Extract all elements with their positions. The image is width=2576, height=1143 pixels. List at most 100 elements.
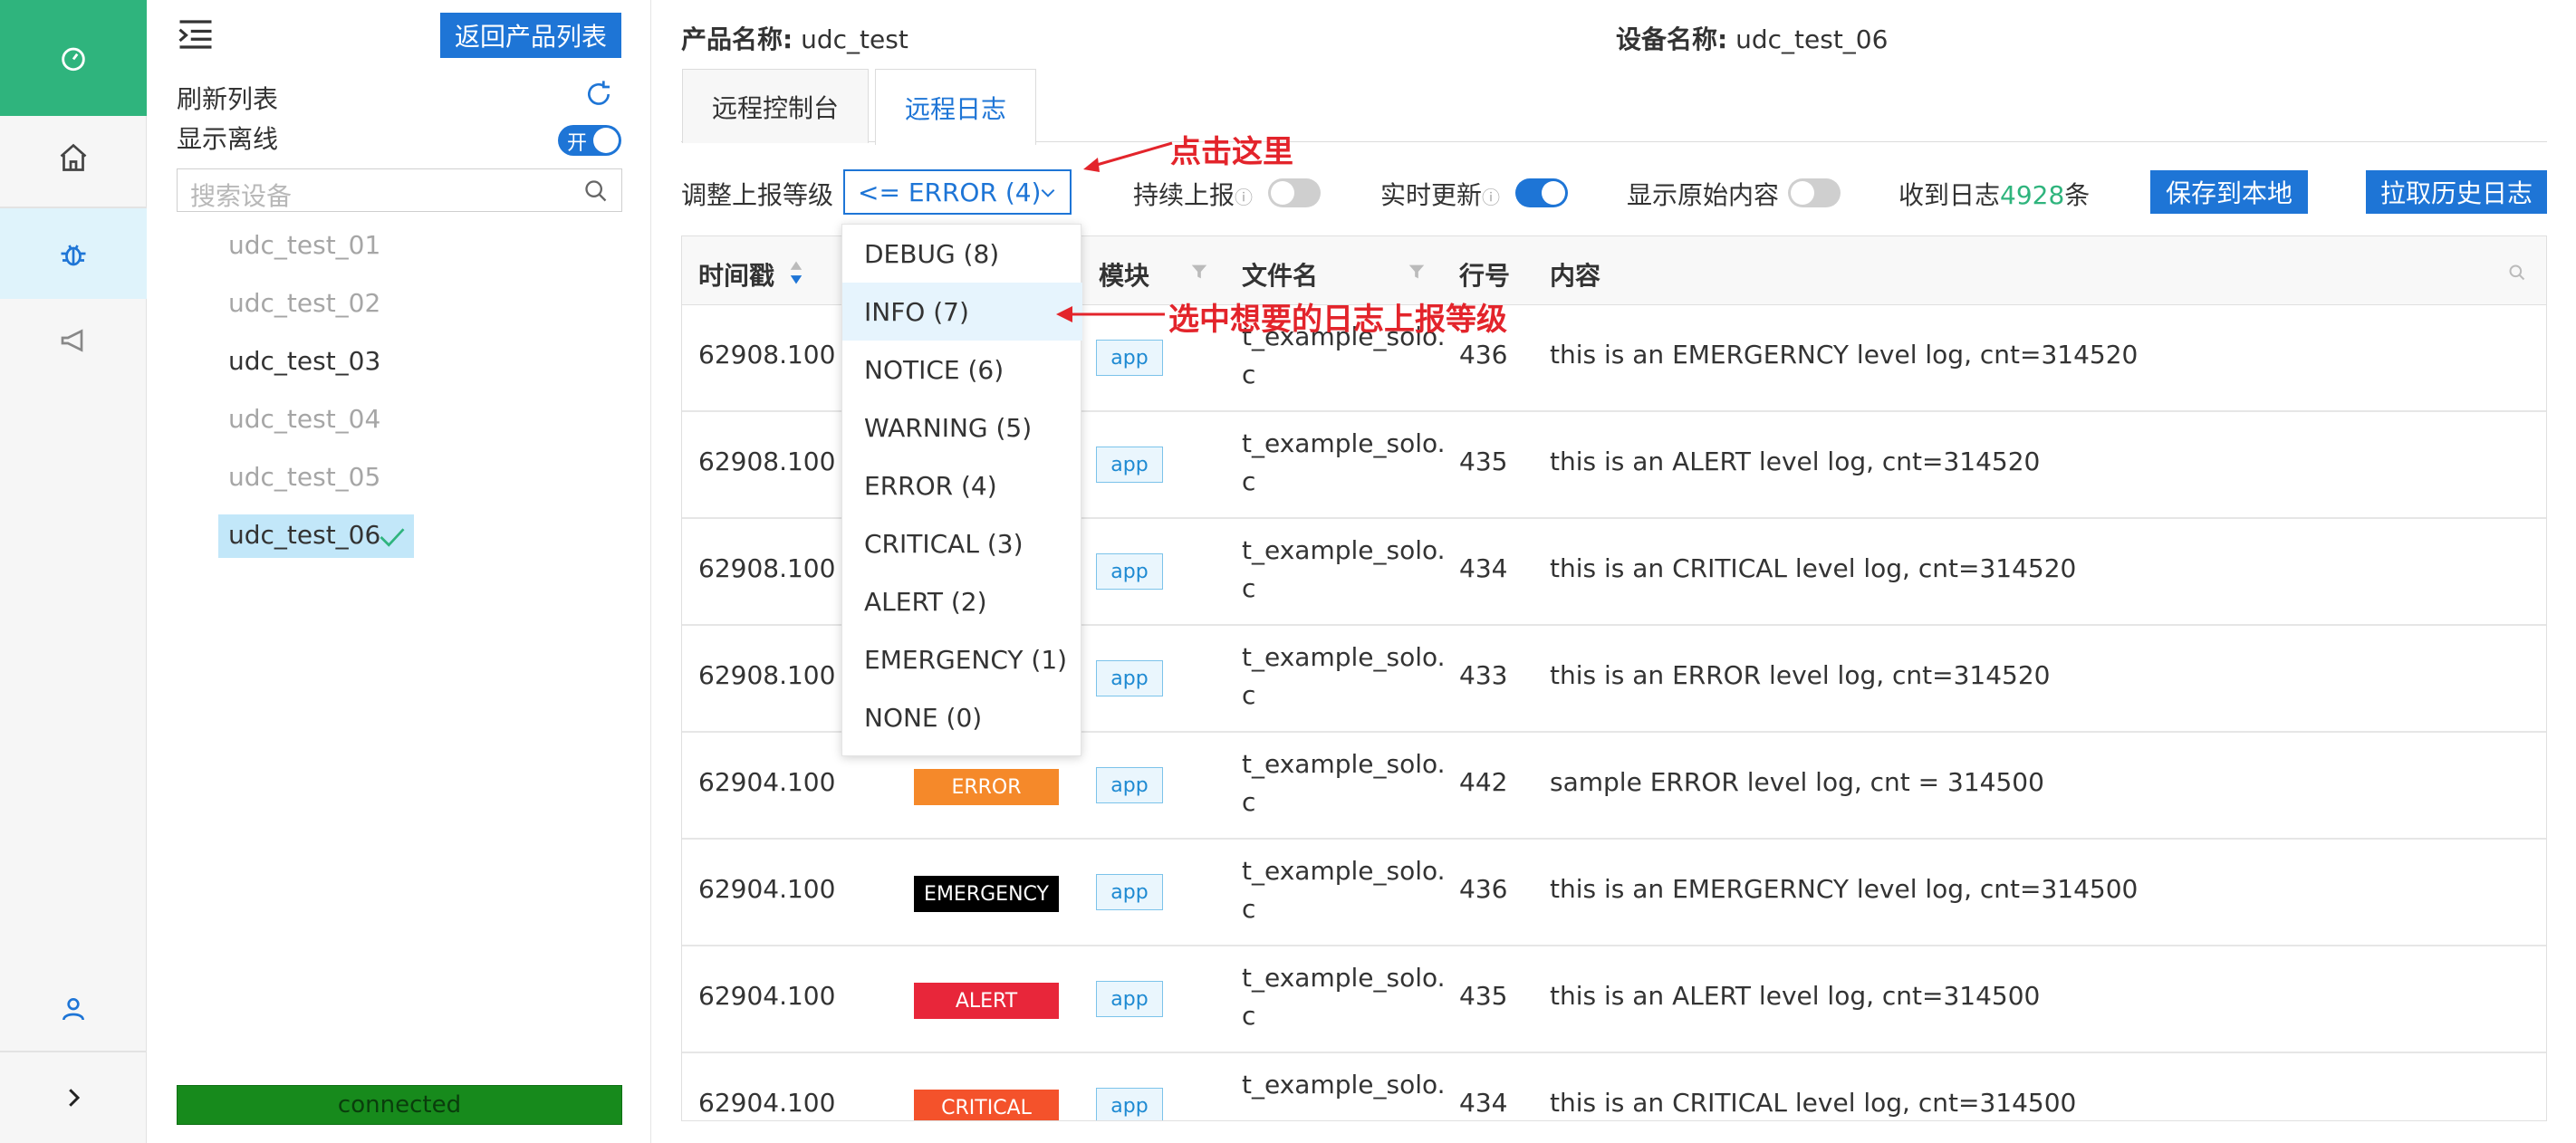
cell-filename: t_example_solo. <box>1242 1070 1446 1100</box>
device-item[interactable]: udc_test_05 <box>228 462 380 492</box>
level-option[interactable]: DEBUG (8) <box>842 225 1082 283</box>
cell-timestamp: 62908.100 <box>698 553 836 583</box>
level-option[interactable]: INFO (7) <box>842 283 1082 341</box>
refresh-button[interactable] <box>584 80 613 112</box>
cell-content: sample ERROR level log, cnt = 314500 <box>1550 767 2044 797</box>
device-search-input[interactable]: 搜索设备 <box>177 168 622 212</box>
module-badge: app <box>1096 981 1163 1017</box>
realtime-update-text: 实时更新 <box>1380 180 1483 210</box>
dashboard-nav-item[interactable] <box>0 0 147 116</box>
tab-remote-log[interactable]: 远程日志 <box>875 69 1036 145</box>
cell-line: 435 <box>1459 447 1508 476</box>
refresh-icon <box>588 81 610 105</box>
cell-filename: t_example_solo. <box>1242 963 1446 993</box>
level-option[interactable]: EMERGENCY (1) <box>842 630 1082 688</box>
show-offline-toggle[interactable]: 开 <box>558 125 621 156</box>
save-local-button[interactable]: 保存到本地 <box>2150 170 2308 214</box>
megaphone-icon <box>61 329 83 352</box>
level-option[interactable]: WARNING (5) <box>842 399 1082 456</box>
device-item-selected[interactable]: udc_test_06 <box>228 520 380 550</box>
module-badge: app <box>1096 1088 1163 1120</box>
table-row[interactable]: 62904.100 CRITICAL app t_example_solo. 434 th… <box>682 1053 2546 1120</box>
level-label: 调整上报等级 <box>681 180 834 210</box>
device-item[interactable]: udc_test_01 <box>228 230 380 260</box>
table-row[interactable]: 62904.100 ALERT app t_example_solo. c 435 this… <box>682 946 2546 1053</box>
level-badge: CRITICAL <box>914 1090 1059 1120</box>
received-suffix: 条 <box>2064 180 2091 210</box>
search-icon[interactable] <box>2508 264 2526 282</box>
pull-history-button[interactable]: 拉取历史日志 <box>2366 170 2547 214</box>
refresh-list-label[interactable]: 刷新列表 <box>177 80 278 116</box>
collapse-menu-button[interactable] <box>177 18 215 54</box>
tab-remote-console[interactable]: 远程控制台 <box>682 69 869 143</box>
realtime-update-toggle[interactable] <box>1515 178 1568 207</box>
product-name: 产品名称: udc_test <box>681 20 908 56</box>
annotation-arrow-click <box>1083 141 1173 172</box>
module-badge: app <box>1096 874 1163 910</box>
filter-icon[interactable] <box>1189 262 1209 282</box>
debug-nav-item[interactable] <box>0 208 147 299</box>
back-to-products-button[interactable]: 返回产品列表 <box>440 13 621 58</box>
cell-filename: t_example_solo. <box>1242 856 1446 886</box>
device-item[interactable]: udc_test_04 <box>228 404 380 434</box>
cell-timestamp: 62904.100 <box>698 981 836 1011</box>
device-name: 设备名称: udc_test_06 <box>1616 20 1888 56</box>
filter-icon[interactable] <box>1407 262 1427 282</box>
home-nav-item[interactable] <box>0 112 147 203</box>
cell-timestamp: 62904.100 <box>698 1088 836 1118</box>
cell-line: 434 <box>1459 553 1508 583</box>
cell-line: 442 <box>1459 767 1508 797</box>
realtime-update-label: 实时更新ⓘ <box>1380 176 1500 212</box>
chevron-right-icon <box>69 1089 81 1107</box>
show-raw-toggle[interactable] <box>1788 178 1841 207</box>
level-option[interactable]: ALERT (2) <box>842 572 1082 630</box>
module-badge: app <box>1096 447 1163 483</box>
module-badge: app <box>1096 660 1163 696</box>
received-count: 4928 <box>2000 180 2065 210</box>
cell-timestamp: 62908.100 <box>698 340 836 370</box>
level-select[interactable]: <= ERROR (4) <box>843 169 1072 215</box>
cell-filename: t_example_solo. <box>1242 642 1446 672</box>
col-timestamp[interactable]: 时间戳 <box>698 256 774 293</box>
device-item[interactable]: udc_test_02 <box>228 288 380 318</box>
cell-filename-wrap: c <box>1242 360 1256 389</box>
level-option[interactable]: NONE (0) <box>842 688 1082 746</box>
cell-filename-wrap: c <box>1242 573 1256 603</box>
debug-bug-icon <box>61 245 86 266</box>
cell-content: this is an EMERGERNCY level log, cnt=314… <box>1550 874 2139 904</box>
continuous-report-toggle[interactable] <box>1268 178 1321 207</box>
cell-timestamp: 62908.100 <box>698 447 836 476</box>
level-badge: ERROR <box>914 769 1059 805</box>
user-nav-item[interactable] <box>0 964 147 1054</box>
expand-nav-item[interactable] <box>0 1052 147 1143</box>
level-option[interactable]: NOTICE (6) <box>842 341 1082 399</box>
cell-filename-wrap: c <box>1242 680 1256 710</box>
module-badge: app <box>1096 340 1163 376</box>
cell-line: 435 <box>1459 981 1508 1011</box>
announce-nav-item[interactable] <box>0 295 147 386</box>
sort-icon[interactable] <box>789 260 803 285</box>
nav-rail <box>0 0 147 1143</box>
cell-filename-wrap: c <box>1242 894 1256 924</box>
cell-timestamp: 62908.100 <box>698 660 836 690</box>
connection-status: connected <box>177 1085 622 1125</box>
help-icon: ⓘ <box>1482 187 1501 208</box>
cell-content: this is an ALERT level log, cnt=314520 <box>1550 447 2041 476</box>
device-value: udc_test_06 <box>1735 24 1889 54</box>
table-row[interactable]: 62904.100 EMERGENCY app t_example_solo. c 436… <box>682 840 2546 946</box>
toggle-on-label: 开 <box>567 132 588 155</box>
cell-filename: t_example_solo. <box>1242 749 1446 779</box>
home-icon <box>60 143 87 171</box>
received-count-label: 收到日志4928条 <box>1898 176 2090 212</box>
level-option[interactable]: ERROR (4) <box>842 456 1082 514</box>
cell-line: 433 <box>1459 660 1508 690</box>
cell-filename: t_example_solo. <box>1242 535 1446 565</box>
cell-content: this is an EMERGERNCY level log, cnt=314… <box>1550 340 2139 370</box>
module-badge: app <box>1096 553 1163 590</box>
device-item[interactable]: udc_test_03 <box>228 346 380 376</box>
level-badge: EMERGENCY <box>914 876 1059 912</box>
level-select-value: <= ERROR (4) <box>858 178 1042 207</box>
chevron-down-icon <box>1041 188 1055 197</box>
level-option[interactable]: CRITICAL (3) <box>842 514 1082 572</box>
cell-line: 434 <box>1459 1088 1508 1118</box>
